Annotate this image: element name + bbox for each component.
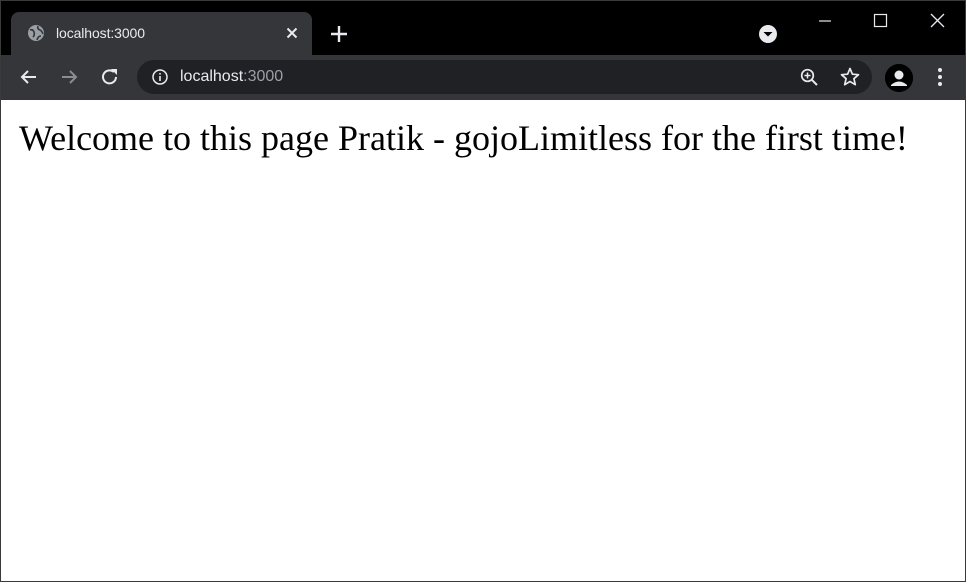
maximize-button[interactable] xyxy=(868,9,892,33)
minimize-icon xyxy=(819,20,831,22)
zoom-in-icon[interactable] xyxy=(799,67,819,87)
chevron-down-circle-icon xyxy=(759,25,777,43)
kebab-menu-icon[interactable] xyxy=(929,65,951,89)
page-content: Welcome to this page Pratik - gojoLimitl… xyxy=(1,100,965,581)
url-host: localhost xyxy=(180,68,244,85)
maximize-icon xyxy=(873,13,888,28)
browser-toolbar: localhost:3000 xyxy=(1,55,965,100)
back-button[interactable] xyxy=(17,65,41,89)
plus-icon xyxy=(331,26,347,42)
globe-icon xyxy=(27,24,45,42)
arrow-left-icon xyxy=(20,70,36,84)
new-tab-button[interactable] xyxy=(327,22,351,46)
browser-window: localhost:3000 localhost:3000 Welcome to… xyxy=(0,0,966,582)
url-port: :3000 xyxy=(243,68,284,85)
window-close-button[interactable] xyxy=(925,9,949,33)
tab-strip: localhost:3000 xyxy=(1,1,965,55)
tab-search-button[interactable] xyxy=(757,23,779,45)
arrow-right-icon xyxy=(62,70,78,84)
star-icon[interactable] xyxy=(839,66,861,88)
close-icon xyxy=(930,13,945,28)
tab-localhost[interactable]: localhost:3000 xyxy=(11,12,312,55)
info-icon[interactable] xyxy=(151,68,169,86)
address-bar[interactable]: localhost:3000 xyxy=(137,60,872,94)
forward-button[interactable] xyxy=(57,65,81,89)
reload-button[interactable] xyxy=(98,65,122,89)
minimize-button[interactable] xyxy=(813,9,837,33)
avatar-icon[interactable] xyxy=(885,64,913,92)
reload-icon xyxy=(102,69,117,85)
page-heading: Welcome to this page Pratik - gojoLimitl… xyxy=(19,118,908,158)
address-url[interactable]: localhost:3000 xyxy=(180,68,283,86)
close-icon[interactable] xyxy=(282,23,302,43)
tab-title: localhost:3000 xyxy=(56,25,145,41)
